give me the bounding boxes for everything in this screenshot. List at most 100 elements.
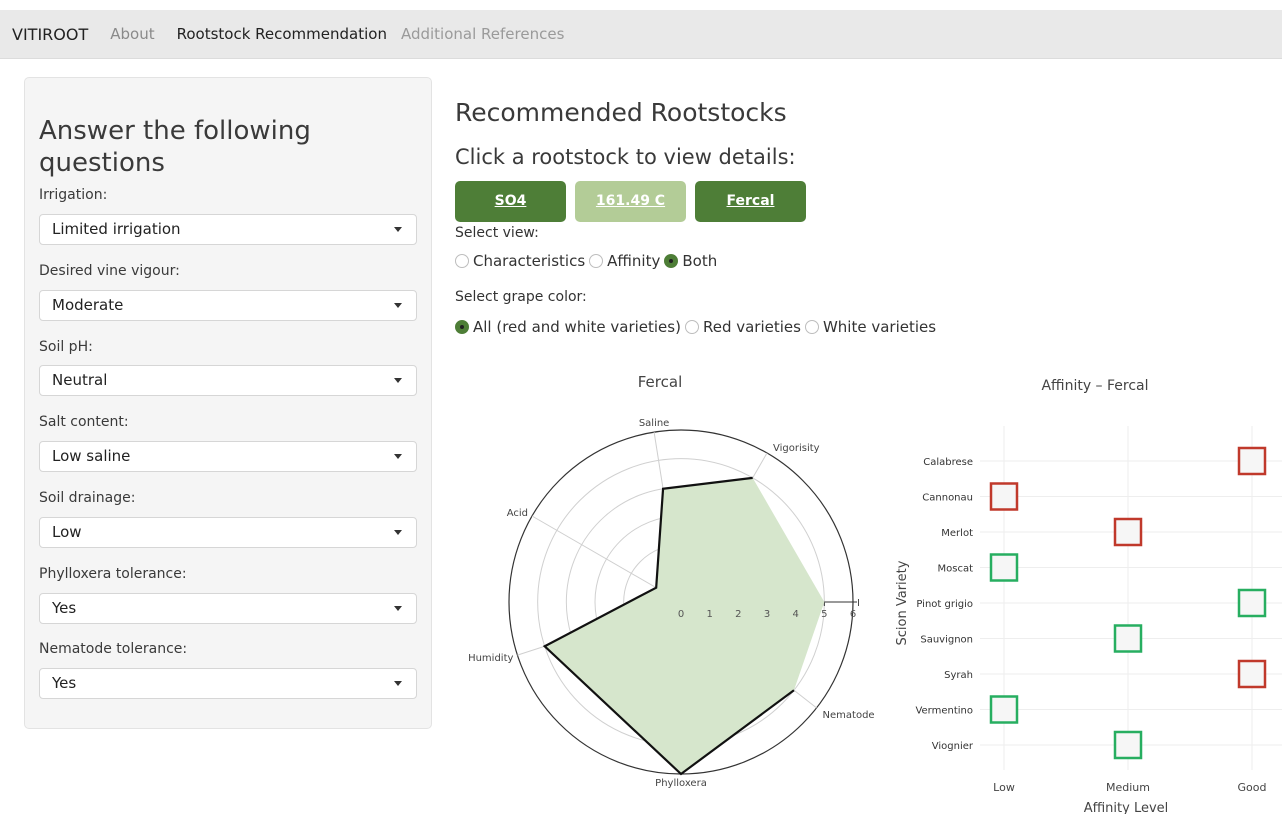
radar-tick-label: 2 xyxy=(735,609,741,620)
nematode-select[interactable]: Yes xyxy=(39,668,417,699)
affinity-point-sauvignon[interactable] xyxy=(1113,624,1143,653)
view-option-label: Affinity xyxy=(607,252,661,270)
irrigation-select[interactable]: Limited irrigation xyxy=(39,214,417,245)
radar-axis-label: I xyxy=(857,598,860,609)
color-option-white[interactable]: White varieties xyxy=(804,318,937,336)
color-option-label: All (red and white varieties) xyxy=(473,318,681,336)
view-option-label: Characteristics xyxy=(473,252,586,270)
nav-about[interactable]: About xyxy=(110,25,154,43)
radar-chart: Fercal 0 1 2 3 4 5 6 Vigorisity Saline Acid Humidi… xyxy=(468,373,875,789)
affinity-point-calabrese[interactable] xyxy=(1237,446,1267,476)
nematode-label: Nematode tolerance: xyxy=(39,641,188,657)
affinity-point-moscat[interactable] xyxy=(989,553,1019,582)
radio-selected-icon xyxy=(664,254,679,268)
radar-tick-label: 0 xyxy=(678,609,684,620)
affinity-chart-title: Affinity – Fercal xyxy=(1041,378,1148,394)
radio-icon xyxy=(684,320,699,334)
rootstock-button-so4[interactable]: SO4 xyxy=(455,181,566,222)
phylloxera-select[interactable]: Yes xyxy=(39,593,417,624)
nematode-value: Yes xyxy=(52,674,77,692)
affinity-y-axis-label: Scion Variety xyxy=(895,560,910,645)
rootstock-button-161-49c[interactable]: 161.49 C xyxy=(575,181,686,222)
questions-panel: Answer the following questions Irrigatio… xyxy=(24,77,432,729)
affinity-point-merlot[interactable] xyxy=(1113,517,1143,547)
chevron-down-icon xyxy=(394,530,402,535)
affinity-chart: Affinity – Fercal Affinity Level Scion V… xyxy=(895,378,1282,814)
salt-content-label: Salt content: xyxy=(39,414,129,430)
radar-chart-title: Fercal xyxy=(638,373,682,391)
radar-tick-label: 3 xyxy=(764,609,770,620)
affinity-point-vermentino[interactable] xyxy=(989,695,1019,724)
soil-drainage-label: Soil drainage: xyxy=(39,490,136,506)
affinity-y-tick-label: Sauvignon xyxy=(920,635,973,646)
select-view-label: Select view: xyxy=(455,225,539,241)
affinity-y-tick-label: Cannonau xyxy=(922,493,973,504)
radar-axis-label: Acid xyxy=(507,508,528,519)
questions-title: Answer the following questions xyxy=(39,116,311,178)
select-grape-color-label: Select grape color: xyxy=(455,289,587,305)
phylloxera-label: Phylloxera tolerance: xyxy=(39,566,187,582)
view-option-label: Both xyxy=(682,252,718,270)
chevron-down-icon xyxy=(394,681,402,686)
radio-icon xyxy=(455,254,469,268)
soil-drainage-select[interactable]: Low xyxy=(39,517,417,548)
vigour-label: Desired vine vigour: xyxy=(39,263,180,279)
irrigation-value: Limited irrigation xyxy=(52,220,181,238)
radar-tick-label: 4 xyxy=(792,609,798,620)
grape-color-radio-group: All (red and white varieties) Red variet… xyxy=(455,318,940,336)
radio-selected-icon xyxy=(455,320,469,334)
affinity-x-tick-label: Good xyxy=(1238,781,1267,794)
rootstock-button-fercal[interactable]: Fercal xyxy=(695,181,806,222)
radar-axis-label: Vigorisity xyxy=(773,443,820,454)
irrigation-label: Irrigation: xyxy=(39,187,108,203)
vigour-select[interactable]: Moderate xyxy=(39,290,417,321)
affinity-y-tick-label: Pinot grigio xyxy=(916,599,973,610)
affinity-point-syrah[interactable] xyxy=(1237,659,1267,689)
affinity-point-viognier[interactable] xyxy=(1113,730,1143,760)
affinity-y-tick-label: Vermentino xyxy=(915,706,973,717)
radar-axis-label: Saline xyxy=(639,418,670,429)
page-subtitle: Click a rootstock to view details: xyxy=(455,145,796,169)
phylloxera-value: Yes xyxy=(52,599,77,617)
view-option-characteristics[interactable]: Characteristics xyxy=(455,252,585,270)
chevron-down-icon xyxy=(394,454,402,459)
affinity-y-tick-label: Calabrese xyxy=(923,457,973,468)
radar-tick-label: 5 xyxy=(821,609,827,620)
radio-icon xyxy=(589,254,604,268)
navbar: VITIROOT About Rootstock Recommendation … xyxy=(0,10,1282,59)
affinity-y-tick-label: Merlot xyxy=(941,528,973,539)
chevron-down-icon xyxy=(394,227,402,232)
chevron-down-icon xyxy=(394,606,402,611)
radar-axis-label: Phylloxera xyxy=(655,778,707,789)
color-option-label: Red varieties xyxy=(702,318,801,336)
chevron-down-icon xyxy=(394,378,402,383)
nav-rootstock-recommendation[interactable]: Rootstock Recommendation xyxy=(177,25,387,43)
page-title: Recommended Rootstocks xyxy=(455,98,787,127)
radar-axis-label: Humidity xyxy=(468,653,513,664)
affinity-x-axis-label: Affinity Level xyxy=(1084,801,1169,814)
color-option-label: White varieties xyxy=(822,318,937,336)
view-option-both[interactable]: Both xyxy=(664,252,717,270)
affinity-x-tick-label: Low xyxy=(993,781,1015,794)
radar-tick-label: 1 xyxy=(706,609,712,620)
view-radio-group: Characteristics Affinity Both xyxy=(455,252,721,270)
radar-area xyxy=(544,477,825,774)
affinity-x-tick-label: Medium xyxy=(1106,781,1150,794)
color-option-all[interactable]: All (red and white varieties) xyxy=(455,318,681,336)
brand-logo[interactable]: VITIROOT xyxy=(12,25,88,44)
vigour-value: Moderate xyxy=(52,296,124,314)
salt-content-value: Low saline xyxy=(52,447,131,465)
affinity-y-tick-label: Syrah xyxy=(944,670,973,681)
color-option-red[interactable]: Red varieties xyxy=(684,318,801,336)
nav-additional-references[interactable]: Additional References xyxy=(401,25,564,43)
affinity-point-cannonau[interactable] xyxy=(989,482,1019,511)
affinity-y-tick-label: Moscat xyxy=(937,564,973,575)
view-option-affinity[interactable]: Affinity xyxy=(589,252,660,270)
soil-ph-select[interactable]: Neutral xyxy=(39,365,417,396)
chevron-down-icon xyxy=(394,303,402,308)
salt-content-select[interactable]: Low saline xyxy=(39,441,417,472)
affinity-point-pinot-grigio[interactable] xyxy=(1237,588,1267,618)
radar-axis-label: Nematode xyxy=(823,710,875,721)
soil-ph-value: Neutral xyxy=(52,371,108,389)
soil-drainage-value: Low xyxy=(52,523,82,541)
